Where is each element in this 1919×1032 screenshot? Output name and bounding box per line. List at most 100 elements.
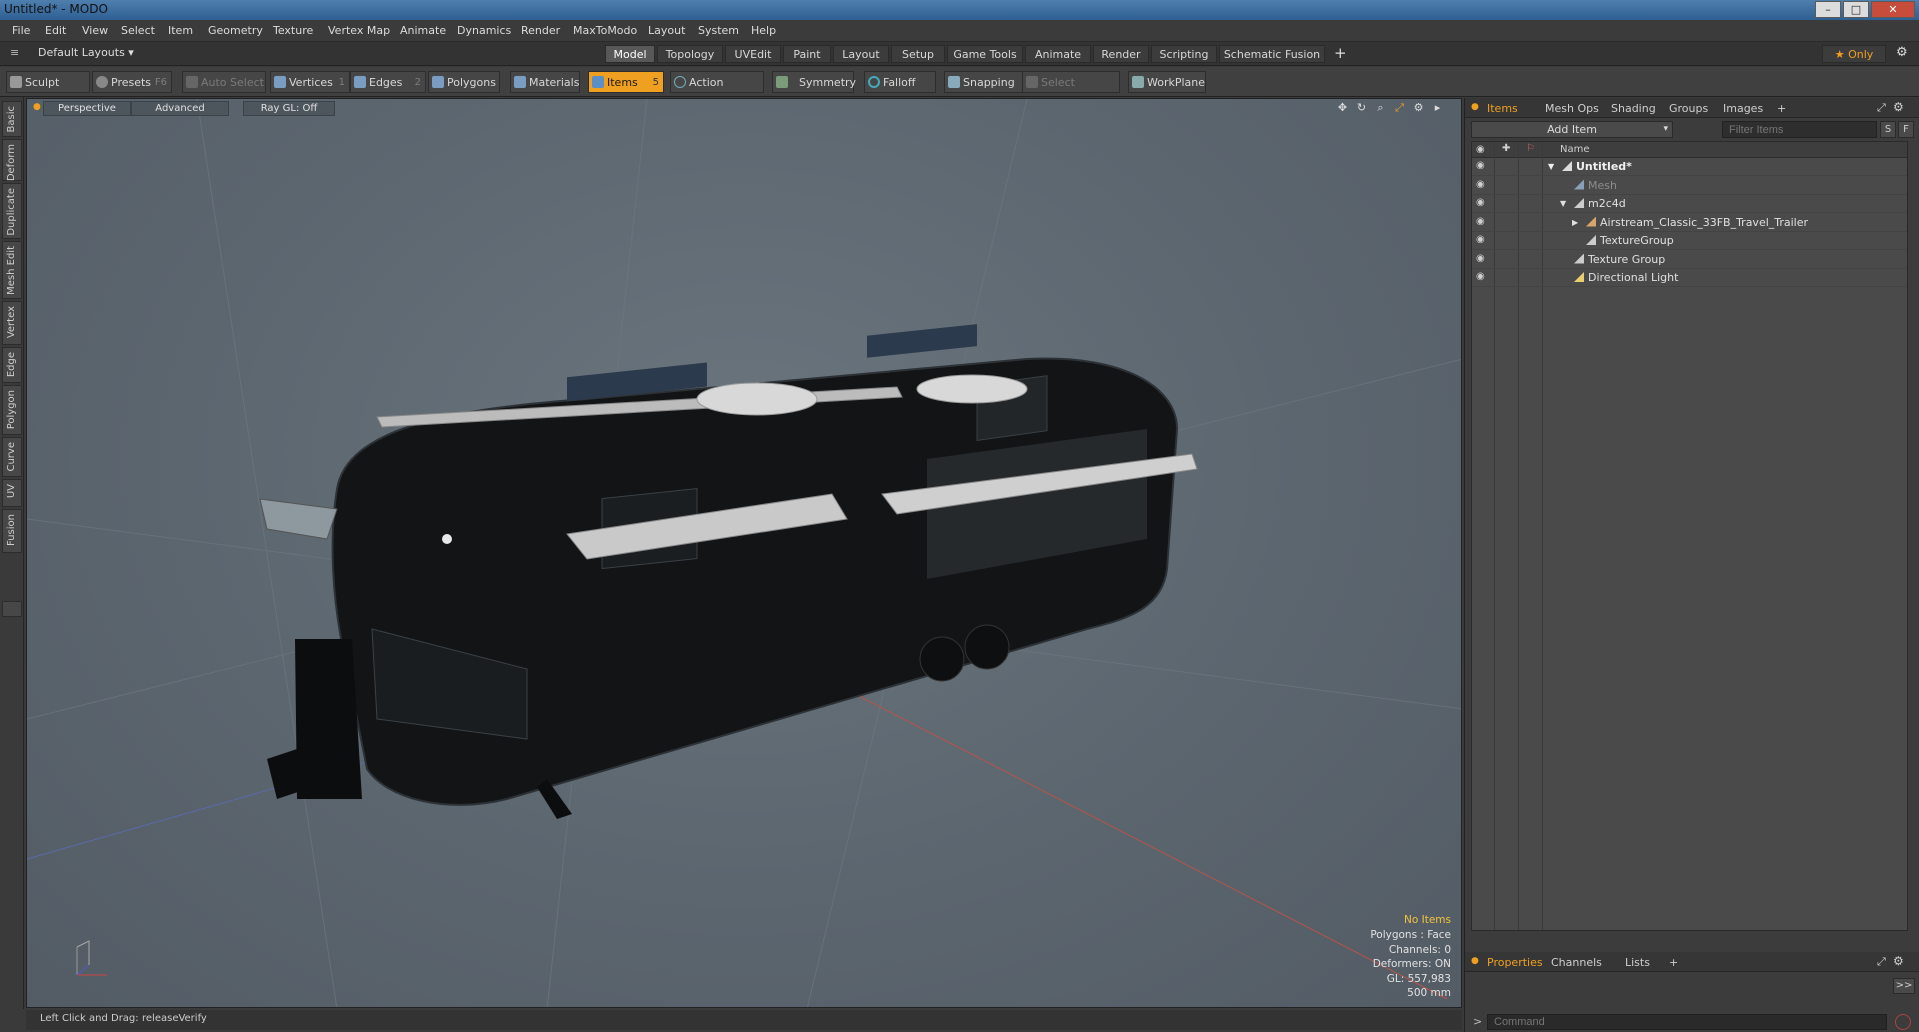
item-row[interactable]: ◉ TextureGroup xyxy=(1472,232,1907,250)
tab-game-tools[interactable]: Game Tools xyxy=(947,45,1023,63)
add-tab-button[interactable]: + xyxy=(1334,44,1347,62)
raygl-dropdown[interactable]: Ray GL: Off xyxy=(243,101,335,116)
item-row[interactable]: ◉ Directional Light xyxy=(1472,269,1907,287)
default-layouts-dropdown[interactable]: Default Layouts ▾ xyxy=(38,46,134,59)
minimize-button[interactable]: – xyxy=(1815,1,1841,18)
properties-maximize-icon[interactable]: ⤢ xyxy=(1877,955,1886,969)
snapping-button[interactable]: Snapping xyxy=(944,71,1026,93)
pan-icon[interactable]: ✥ xyxy=(1335,101,1350,115)
visibility-eye-icon[interactable]: ◉ xyxy=(1476,179,1488,191)
menu-help[interactable]: Help xyxy=(751,24,776,37)
command-history-icon[interactable] xyxy=(1895,1014,1911,1030)
expand-arrow-icon[interactable]: ▼ xyxy=(1548,162,1554,171)
item-row[interactable]: ◉ ▶ Airstream_Classic_33FB_Travel_Trailer xyxy=(1472,214,1907,232)
falloff-button[interactable]: Falloff xyxy=(864,71,936,93)
command-input[interactable] xyxy=(1487,1014,1887,1030)
select-through-button[interactable]: Select Through xyxy=(1022,71,1120,111)
tab-fusion[interactable]: Fusion xyxy=(2,509,22,553)
properties-gear-icon[interactable]: ⚙ xyxy=(1893,954,1904,968)
materials-button[interactable]: Materials xyxy=(510,71,580,93)
tab-shading[interactable]: Shading xyxy=(1611,101,1656,117)
tab-vertex[interactable]: Vertex xyxy=(2,301,22,345)
rotate-icon[interactable]: ↻ xyxy=(1354,101,1369,115)
tab-items[interactable]: Items xyxy=(1487,101,1518,117)
tab-uv[interactable]: UV xyxy=(2,479,22,507)
panel-gear-icon[interactable]: ⚙ xyxy=(1893,100,1904,114)
items-button[interactable]: Items 5 xyxy=(588,71,664,93)
visibility-eye-icon[interactable]: ◉ xyxy=(1476,253,1488,265)
menu-geometry[interactable]: Geometry xyxy=(208,24,263,37)
tab-uvedit[interactable]: UVEdit xyxy=(725,45,781,63)
visibility-eye-icon[interactable]: ◉ xyxy=(1476,216,1488,228)
expand-arrow-icon[interactable]: ▸ xyxy=(1430,101,1445,115)
item-row[interactable]: ◉ ▼ Untitled* xyxy=(1472,158,1907,176)
tab-curve[interactable]: Curve xyxy=(2,437,22,477)
polygons-button[interactable]: Polygons xyxy=(428,71,500,93)
tab-setup[interactable]: Setup xyxy=(891,45,945,63)
tab-schematic-fusion[interactable]: Schematic Fusion xyxy=(1219,45,1325,63)
visibility-eye-icon[interactable]: ◉ xyxy=(1476,197,1488,209)
panel-options-icon[interactable]: ● xyxy=(1471,102,1479,112)
tab-deform[interactable]: Deform xyxy=(2,139,22,181)
tab-mesh-edit[interactable]: Mesh Edit xyxy=(2,241,22,299)
menu-edit[interactable]: Edit xyxy=(45,24,66,37)
visibility-eye-icon[interactable]: ◉ xyxy=(1476,271,1488,283)
tab-render[interactable]: Render xyxy=(1093,45,1149,63)
tab-duplicate[interactable]: Duplicate xyxy=(2,183,22,239)
ref-column-icon[interactable]: ⚐ xyxy=(1526,143,1535,154)
only-toggle[interactable]: ★ Only xyxy=(1822,45,1886,63)
3d-viewport[interactable]: ● Perspective Advanced Ray GL: Off ✥ ↻ ⌕ ⤢ ⚙… xyxy=(26,98,1462,1008)
tab-properties[interactable]: Properties xyxy=(1487,955,1543,971)
f-button[interactable]: F xyxy=(1898,121,1914,138)
expand-properties-button[interactable]: >> xyxy=(1893,978,1915,994)
menu-item[interactable]: Item xyxy=(168,24,193,37)
zoom-icon[interactable]: ⌕ xyxy=(1373,101,1388,115)
sculpt-button[interactable]: Sculpt xyxy=(6,71,90,93)
add-item-button[interactable]: Add Item ▾ xyxy=(1471,121,1673,138)
item-row[interactable]: ◉ Mesh xyxy=(1472,177,1907,195)
name-column-header[interactable]: Name xyxy=(1560,144,1590,155)
expand-arrow-icon[interactable]: ▶ xyxy=(1572,218,1578,227)
add-properties-tab-button[interactable]: + xyxy=(1669,955,1678,971)
menu-maxtomodo[interactable]: MaxToModo xyxy=(573,24,637,37)
presets-button[interactable]: Presets F6 xyxy=(92,71,172,93)
lock-column-icon[interactable]: ✚ xyxy=(1502,143,1510,154)
tab-channels[interactable]: Channels xyxy=(1551,955,1602,971)
viewport-gear-icon[interactable]: ⚙ xyxy=(1411,101,1426,115)
auto-select-button[interactable]: Auto Select xyxy=(182,71,266,93)
close-button[interactable]: ✕ xyxy=(1871,1,1915,18)
tab-scripting[interactable]: Scripting xyxy=(1151,45,1217,63)
tab-layout[interactable]: Layout xyxy=(833,45,889,63)
tab-animate[interactable]: Animate xyxy=(1025,45,1091,63)
menu-texture[interactable]: Texture xyxy=(273,24,313,37)
menu-system[interactable]: System xyxy=(698,24,739,37)
view-type-dropdown[interactable]: Perspective xyxy=(43,101,131,116)
edges-button[interactable]: Edges 2 xyxy=(350,71,426,93)
maximize-button[interactable]: □ xyxy=(1843,1,1869,18)
tab-basic[interactable]: Basic xyxy=(2,101,22,137)
menu-dynamics[interactable]: Dynamics xyxy=(457,24,511,37)
shading-dropdown[interactable]: Advanced xyxy=(131,101,229,116)
menu-file[interactable]: File xyxy=(12,24,30,37)
workplane-button[interactable]: WorkPlane xyxy=(1128,71,1206,93)
visibility-eye-icon[interactable]: ◉ xyxy=(1476,234,1488,246)
menu-select[interactable]: Select xyxy=(121,24,155,37)
visibility-eye-icon[interactable]: ◉ xyxy=(1476,160,1488,172)
tab-edge[interactable]: Edge xyxy=(2,347,22,383)
properties-options-icon[interactable]: ● xyxy=(1471,956,1479,966)
viewport-options-icon[interactable]: ● xyxy=(33,102,41,112)
item-row[interactable]: ◉ Texture Group xyxy=(1472,251,1907,269)
add-panel-tab-button[interactable]: + xyxy=(1777,101,1786,117)
filter-items-input[interactable] xyxy=(1722,121,1877,138)
layout-menu-icon[interactable]: ≡ xyxy=(10,46,19,59)
sidebar-toggle[interactable] xyxy=(2,601,22,617)
tab-topology[interactable]: Topology xyxy=(657,45,723,63)
menu-render[interactable]: Render xyxy=(521,24,560,37)
tab-lists[interactable]: Lists xyxy=(1625,955,1650,971)
menu-vertex-map[interactable]: Vertex Map xyxy=(328,24,390,37)
tab-images[interactable]: Images xyxy=(1723,101,1763,117)
menu-animate[interactable]: Animate xyxy=(400,24,446,37)
tab-groups[interactable]: Groups xyxy=(1669,101,1708,117)
s-button[interactable]: S xyxy=(1880,121,1896,138)
gear-icon[interactable]: ⚙ xyxy=(1896,45,1908,60)
